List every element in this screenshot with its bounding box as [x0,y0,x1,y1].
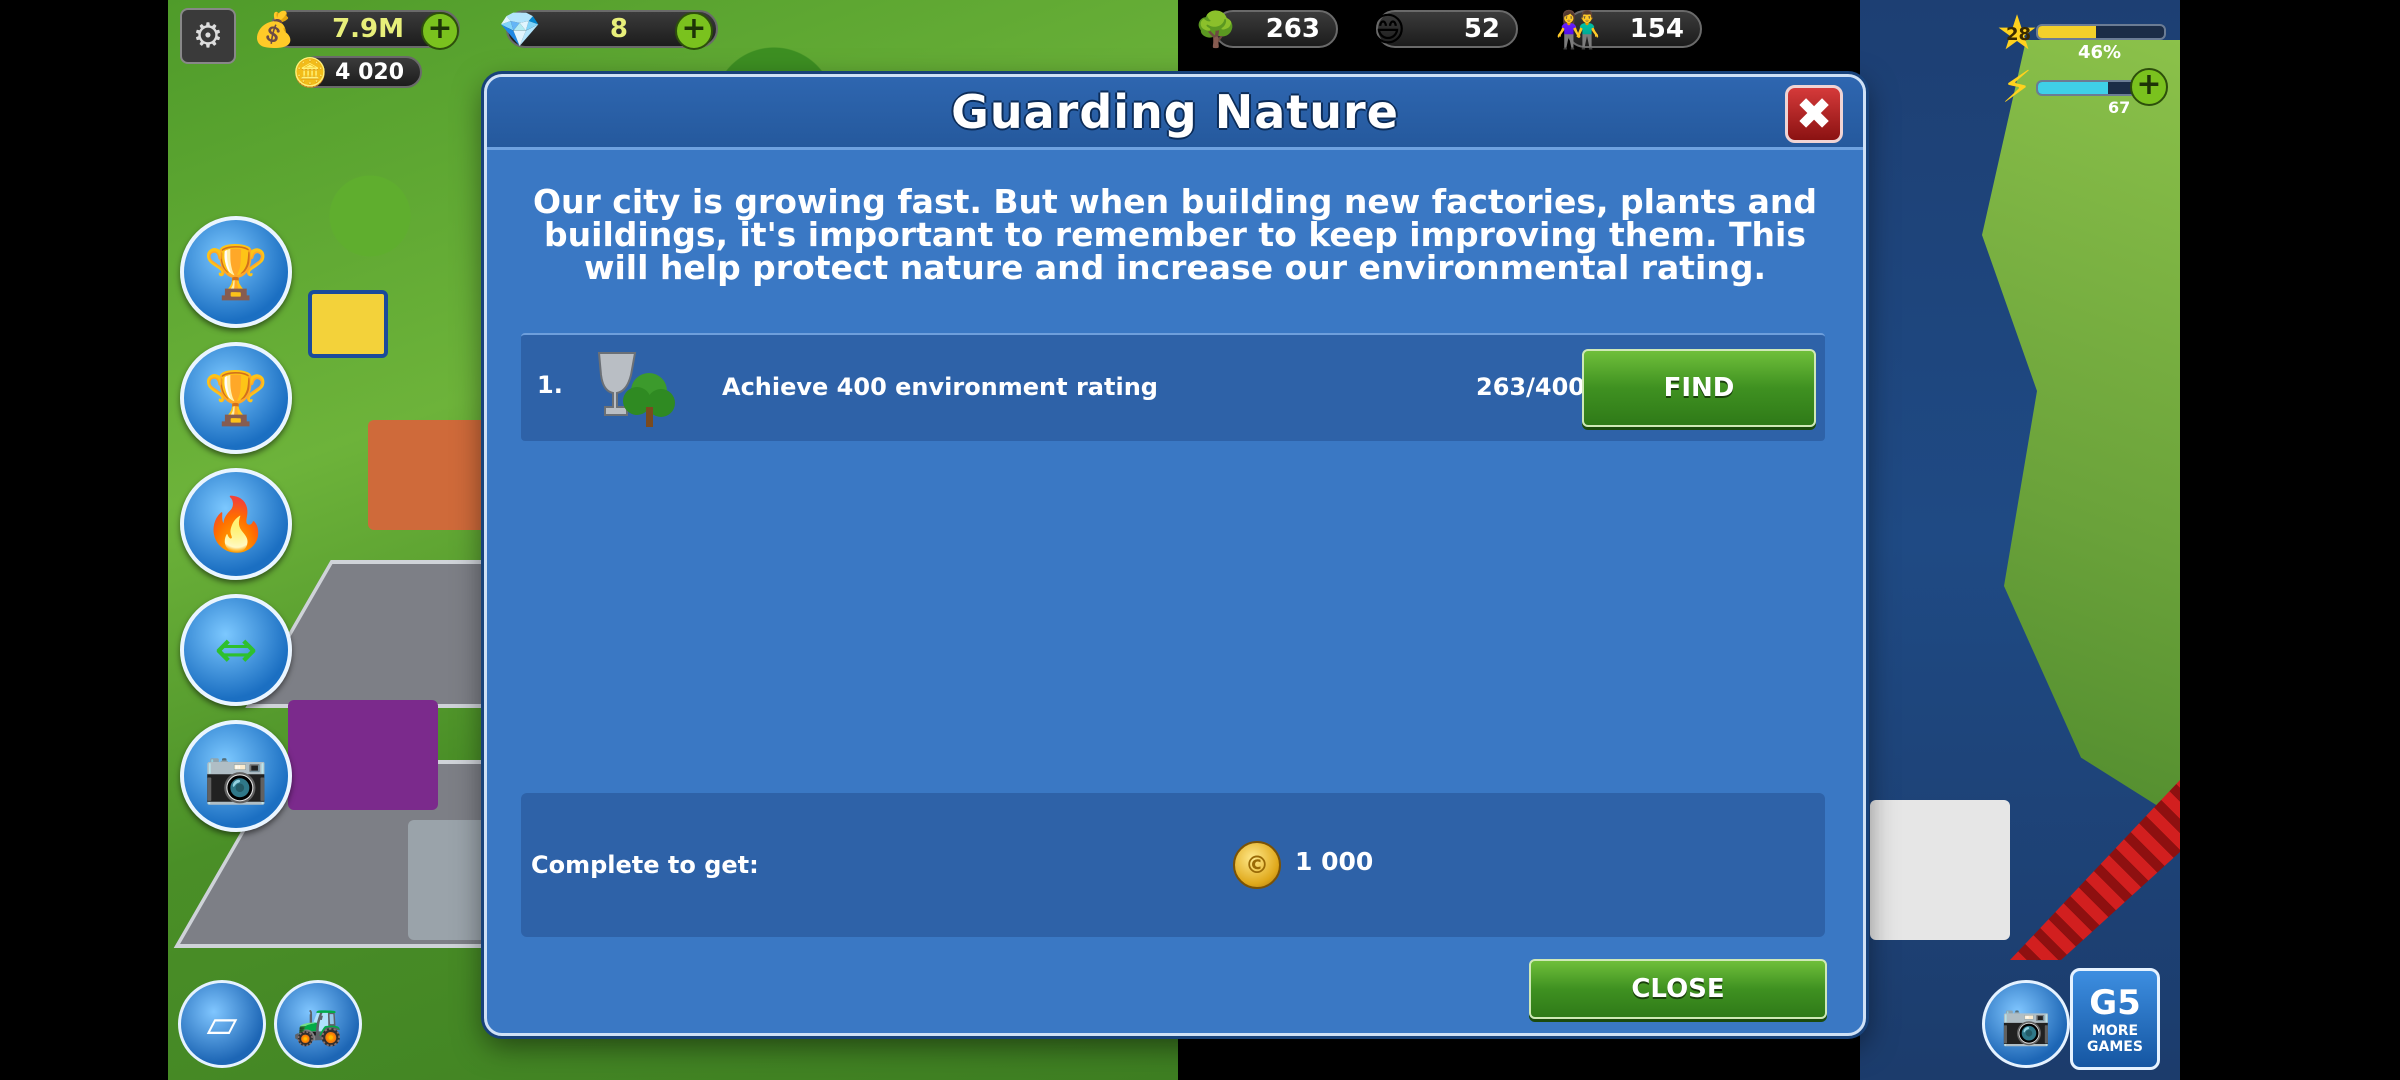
road-tool-button[interactable]: ▱ [178,980,266,1068]
quest-dialog: Guarding Nature ✖ Our city is growing fa… [484,74,1866,1036]
gear-icon[interactable]: ⚙ [180,8,236,64]
environment-value: 263 [1265,14,1320,44]
camera-icon: 📷 [203,746,269,807]
task-number: 1. [537,371,563,399]
dialog-header: Guarding Nature ✖ [487,77,1863,150]
building [368,420,488,530]
building [1870,800,2010,940]
energy-bar [2036,80,2140,96]
building [288,700,438,810]
reward-value: 1 000 [1295,847,1374,876]
reward-label: Complete to get: [531,851,759,879]
energy-value: 67 [2108,98,2131,117]
lightning-icon: ⚡ [2001,61,2033,113]
task-description: Achieve 400 environment rating [722,373,1158,401]
trophy-tree-icon [597,352,675,427]
add-money-button[interactable]: + [421,12,459,50]
task-row: 1. Achieve 400 environment rating 263/40… [521,333,1825,441]
fire-shield-icon: 🔥 [203,494,269,555]
bulldozer-button[interactable]: 🚜 [274,980,362,1068]
gold-value: 4 020 [335,59,404,85]
expand-territory-button[interactable]: ⇔ [180,594,292,706]
people-icon: 👫 [1555,10,1601,51]
gems-value: 8 [609,14,628,44]
add-gems-button[interactable]: + [675,12,713,50]
g5-logo-icon: G5 [2089,983,2141,1023]
level-value: 28 [2006,24,2032,45]
dialog-description: Our city is growing fast. But when build… [532,182,1818,287]
expand-icon: ⇔ [214,620,258,680]
coin-icon: © [1233,841,1281,889]
billboard [308,290,388,358]
happiness-value: 52 [1463,14,1500,44]
task-progress: 263/400 [1476,373,1585,401]
level-progress-bar [2036,24,2166,40]
dialog-title: Guarding Nature [951,85,1399,139]
road-icon: ▱ [206,1001,238,1047]
environment-quests-button[interactable]: 🏆 [180,216,292,328]
close-icon[interactable]: ✖ [1785,85,1843,143]
coins-icon: 💰 [252,10,296,50]
level-progress-text: 46% [2078,42,2122,63]
find-button[interactable]: FIND [1582,349,1816,427]
diamond-icon: 💎 [498,10,542,50]
add-energy-button[interactable]: + [2130,68,2168,106]
smiley-icon: 😄 [1370,10,1406,50]
population-value: 154 [1629,14,1684,44]
money-value: 7.9M [332,14,404,44]
camera-icon: 📷 [2001,1001,2051,1048]
reward-panel: Complete to get: © 1 000 [521,793,1825,937]
fire-safety-button[interactable]: 🔥 [180,468,292,580]
screenshot-button[interactable]: 📷 [1982,980,2070,1068]
more-games-button[interactable]: G5 MORE GAMES [2070,968,2160,1070]
tree-icon: 🌳 [1194,10,1238,50]
gold-icon: 🪙 [292,55,328,89]
trophy-people-icon: 🏆 [203,368,269,429]
close-button[interactable]: CLOSE [1529,959,1827,1019]
population-quests-button[interactable]: 🏆 [180,342,292,454]
bulldozer-icon: 🚜 [293,1001,343,1048]
more-games-label: MORE GAMES [2087,1023,2143,1055]
camera-button[interactable]: 📷 [180,720,292,832]
trophy-tree-icon: 🏆 [203,242,269,303]
